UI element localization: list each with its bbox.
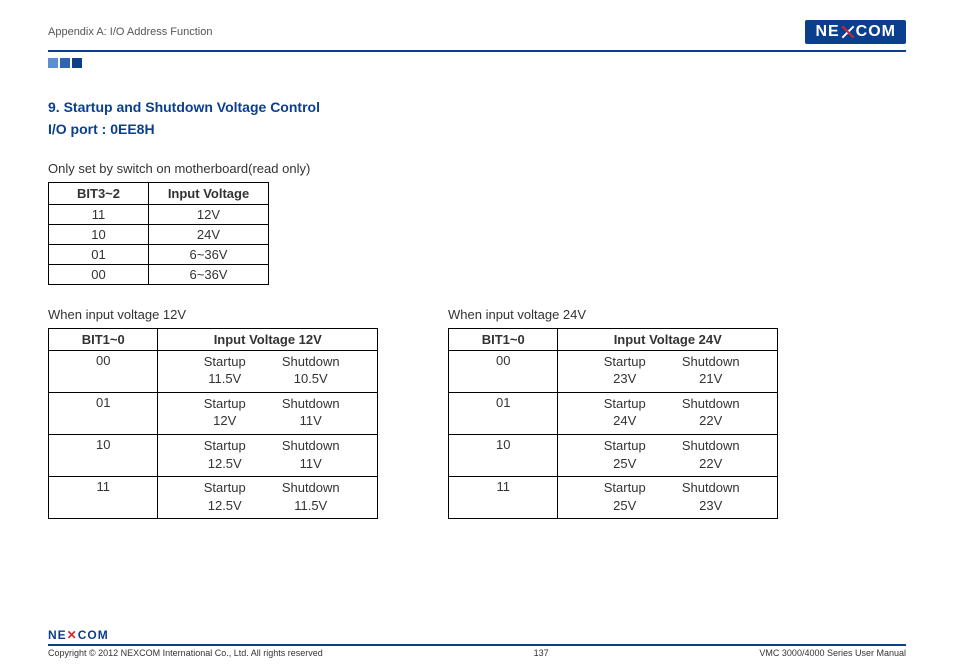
t12-head-bit: BIT1~0 [49,328,158,350]
caption-24v: When input voltage 24V [448,307,778,322]
table-row: 10 StartupShutdown 25V22V [449,434,778,476]
table-row: 01 StartupShutdown 24V22V [449,392,778,434]
table-row: 00 StartupShutdown 23V21V [449,350,778,392]
appendix-title: Appendix A: I/O Address Function [48,26,212,38]
t1-head-voltage: Input Voltage [149,182,269,204]
brand-logo: NECOM [805,20,906,44]
table-row: 1112V [49,204,269,224]
table-row: 01 StartupShutdown 12V11V [49,392,378,434]
table-row: 016~36V [49,244,269,264]
section-title-line1: 9. Startup and Shutdown Voltage Control [48,96,906,118]
logo-x-icon [841,25,855,39]
table-row: 006~36V [49,264,269,284]
input-voltage-table: BIT3~2 Input Voltage 1112V 1024V 016~36V… [48,182,269,285]
page-content: 9. Startup and Shutdown Voltage Control … [48,96,906,519]
table-row: 1024V [49,224,269,244]
section-title-line2: I/O port : 0EE8H [48,118,906,140]
page-footer: NE✕COM Copyright © 2012 NEXCOM Internati… [48,628,906,658]
t24-head-bit: BIT1~0 [449,328,558,350]
table-24v: BIT1~0 Input Voltage 24V 00 StartupShutd… [448,328,778,519]
page-number: 137 [534,648,549,658]
copyright-text: Copyright © 2012 NEXCOM International Co… [48,648,323,658]
table-row: 11 StartupShutdown 12.5V11.5V [49,477,378,519]
footer-brand: NE✕COM [48,628,906,642]
t24-head-voltage: Input Voltage 24V [558,328,778,350]
column-24v: When input voltage 24V BIT1~0 Input Volt… [448,307,778,519]
decorative-squares [48,58,906,68]
manual-name: VMC 3000/4000 Series User Manual [759,648,906,658]
t12-head-voltage: Input Voltage 12V [158,328,378,350]
footer-rule [48,644,906,646]
page-header: Appendix A: I/O Address Function NECOM [48,18,906,46]
table-row: 10 StartupShutdown 12.5V11V [49,434,378,476]
column-12v: When input voltage 12V BIT1~0 Input Volt… [48,307,378,519]
table-12v: BIT1~0 Input Voltage 12V 00 StartupShutd… [48,328,378,519]
table-row: 11 StartupShutdown 25V23V [449,477,778,519]
t1-head-bit: BIT3~2 [49,182,149,204]
caption-12v: When input voltage 12V [48,307,378,322]
table-row: 00 StartupShutdown 11.5V10.5V [49,350,378,392]
readonly-note: Only set by switch on motherboard(read o… [48,161,906,176]
voltage-columns: When input voltage 12V BIT1~0 Input Volt… [48,307,906,519]
header-rule [48,50,906,52]
